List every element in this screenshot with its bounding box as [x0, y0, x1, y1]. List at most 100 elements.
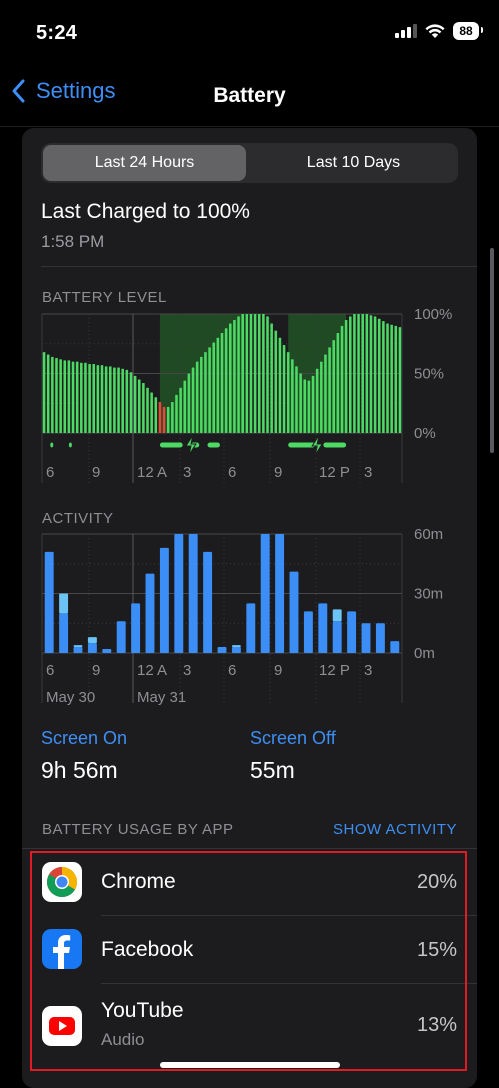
- battery-bar: [133, 375, 137, 433]
- screen-on-bar: [260, 534, 270, 653]
- battery-bar: [63, 360, 67, 433]
- screen-on-value: 9h 56m: [41, 757, 118, 783]
- status-icons: 88: [395, 22, 483, 40]
- battery-bar: [117, 367, 120, 433]
- x-tick-label: 3: [364, 464, 372, 481]
- battery-bar: [59, 359, 62, 433]
- charging-segment: [50, 442, 54, 448]
- screen-off-bar: [332, 609, 342, 622]
- battery-bar: [216, 337, 220, 433]
- battery-bar: [373, 316, 377, 433]
- screen-on-bar: [318, 603, 328, 653]
- battery-bar: [113, 367, 116, 433]
- screen-on-bar: [59, 613, 69, 653]
- time-range-segmented-control: Last 24 Hours Last 10 Days: [41, 143, 458, 183]
- battery-bar: [348, 316, 352, 433]
- battery-bar: [84, 362, 87, 433]
- battery-bar: [208, 347, 211, 433]
- charging-segment: [207, 442, 220, 448]
- cellular-signal-icon: [395, 24, 417, 38]
- battery-bar: [171, 402, 174, 433]
- battery-bar: [75, 361, 79, 433]
- x-tick-label: 6: [46, 662, 54, 679]
- screen-off-bar: [59, 593, 69, 614]
- battery-bar: [96, 365, 100, 433]
- battery-bar: [108, 366, 112, 433]
- battery-bar: [324, 354, 327, 433]
- battery-bar: [125, 369, 129, 433]
- battery-bar: [179, 387, 182, 433]
- screen-on-bar: [102, 649, 112, 653]
- battery-bar: [278, 337, 282, 433]
- battery-bar: [46, 354, 50, 433]
- charging-bolt-icon: [311, 434, 324, 456]
- y-tick-label: 60m: [414, 526, 443, 543]
- battery-bar: [150, 392, 153, 433]
- battery-bar: [262, 314, 265, 433]
- show-activity-button[interactable]: SHOW ACTIVITY: [333, 821, 457, 838]
- battery-bar: [237, 316, 240, 433]
- screen-off-bar: [87, 637, 97, 644]
- screen-on-bar: [231, 647, 241, 653]
- segment-last-10-days[interactable]: Last 10 Days: [251, 145, 456, 181]
- date-label: May 30: [46, 689, 95, 706]
- x-tick-label: 9: [92, 464, 100, 481]
- charging-bolt-icon: [185, 434, 197, 456]
- battery-bar: [183, 380, 187, 433]
- screen-on-bar: [375, 623, 385, 653]
- battery-bar: [249, 314, 253, 433]
- screen-on-bar: [44, 551, 54, 653]
- battery-bar: [51, 356, 54, 433]
- y-tick-label: 30m: [414, 586, 443, 603]
- battery-bar: [332, 340, 336, 433]
- wifi-icon: [425, 23, 445, 38]
- screen-on-bar: [289, 571, 299, 653]
- battery-bar: [67, 360, 71, 433]
- x-tick-label: 3: [364, 662, 372, 679]
- page-title: Battery: [213, 84, 286, 107]
- battery-bar: [55, 358, 58, 433]
- charging-segment: [323, 442, 347, 448]
- segment-last-24-hours[interactable]: Last 24 Hours: [43, 145, 246, 181]
- battery-bar: [175, 394, 178, 433]
- battery-bar: [274, 330, 278, 433]
- battery-bar: [270, 323, 273, 433]
- battery-bar: [303, 379, 307, 433]
- battery-bar: [382, 321, 385, 433]
- battery-bar: [344, 319, 348, 433]
- screen-on-bar: [303, 611, 313, 653]
- battery-bar: [220, 333, 224, 433]
- battery-bar: [286, 352, 290, 433]
- battery-bar: [282, 344, 286, 433]
- home-indicator[interactable]: [160, 1062, 340, 1068]
- battery-bar: [80, 362, 83, 433]
- battery-bar: [187, 373, 191, 433]
- x-tick-label: 12 P: [319, 464, 350, 481]
- screen-on-bar: [347, 611, 357, 653]
- battery-bar: [336, 333, 340, 433]
- battery-bar: [291, 359, 294, 433]
- battery-bar: [328, 347, 331, 433]
- nav-divider: [0, 126, 499, 127]
- screen-on-bar: [275, 534, 285, 653]
- battery-bar: [166, 406, 170, 433]
- x-tick-label: 9: [274, 464, 282, 481]
- activity-chart[interactable]: 60m 30m 0m 6 9 12 A 3 6 9 12 P 3 May 30 May 31: [0, 520, 499, 710]
- battery-bar: [104, 366, 108, 433]
- charging-segment: [159, 442, 183, 448]
- battery-bar: [365, 314, 369, 433]
- battery-bar: [357, 314, 360, 433]
- battery-bar: [121, 368, 124, 433]
- battery-bar: [394, 325, 398, 433]
- date-label: May 31: [137, 689, 186, 706]
- screen-off-label: Screen Off: [250, 728, 336, 748]
- screen-on-bar: [246, 603, 256, 653]
- x-tick-label: 12 A: [137, 464, 167, 481]
- battery-bar: [241, 314, 244, 433]
- y-tick-label: 0m: [414, 645, 435, 662]
- battery-bar: [386, 323, 389, 433]
- battery-level-chart[interactable]: 100% 50% 0% 6 9 12 A 3 6 9 12 P 3: [0, 300, 499, 500]
- battery-bar: [195, 361, 199, 433]
- battery-bar: [398, 327, 402, 433]
- section-divider: [41, 266, 477, 267]
